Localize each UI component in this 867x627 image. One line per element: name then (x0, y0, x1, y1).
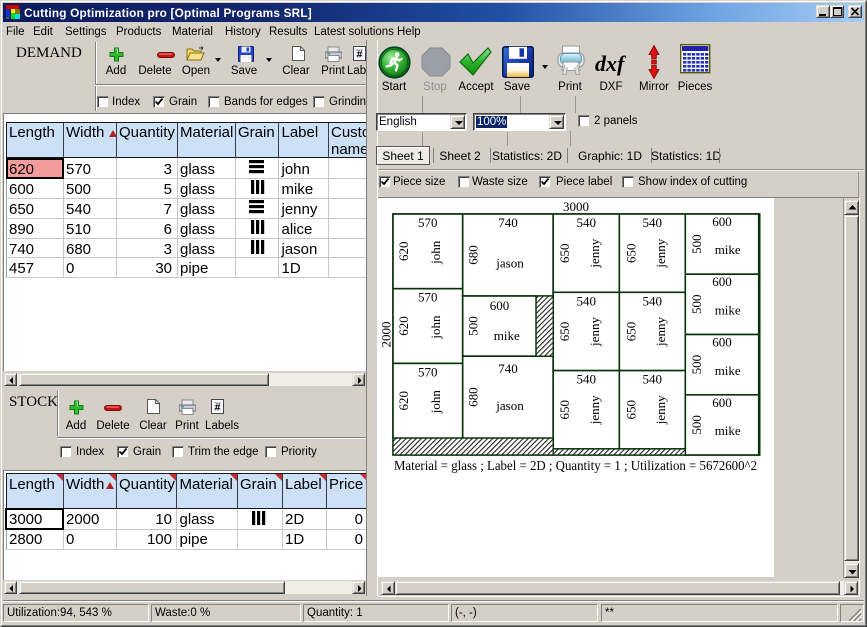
svg-text:540: 540 (643, 293, 663, 308)
svg-text:jenny: jenny (587, 238, 602, 268)
svg-text:jenny: jenny (653, 395, 668, 425)
svg-text:650: 650 (557, 322, 572, 342)
svg-text:740: 740 (498, 361, 518, 376)
svg-text:john: john (428, 315, 443, 340)
svg-text:650: 650 (557, 400, 572, 420)
svg-text:#: # (215, 403, 221, 414)
svg-text:jenny: jenny (587, 395, 602, 425)
svg-text:mike: mike (715, 303, 741, 318)
svg-text:570: 570 (418, 215, 438, 230)
svg-text:650: 650 (623, 322, 638, 342)
svg-text:Material = glass ; Label = 2D: Material = glass ; Label = 2D ; Quantity… (394, 458, 757, 473)
svg-text:500: 500 (689, 234, 704, 254)
svg-text:540: 540 (576, 293, 596, 308)
svg-text:jenny: jenny (653, 238, 668, 268)
svg-text:mike: mike (494, 328, 520, 343)
svg-text:jenny: jenny (653, 317, 668, 347)
svg-text:600: 600 (712, 395, 732, 410)
svg-text:620: 620 (396, 242, 411, 261)
svg-text:600: 600 (490, 298, 510, 313)
svg-text:600: 600 (712, 214, 732, 229)
svg-text:mike: mike (715, 363, 741, 378)
svg-text:540: 540 (643, 215, 663, 230)
svg-text:2000: 2000 (379, 322, 394, 348)
svg-text:680: 680 (466, 387, 481, 407)
svg-text:600: 600 (712, 335, 732, 350)
svg-text:620: 620 (396, 316, 411, 336)
svg-text:jason: jason (495, 398, 524, 413)
svg-text:mike: mike (715, 423, 741, 438)
svg-text:570: 570 (418, 290, 438, 305)
svg-text:540: 540 (643, 372, 663, 387)
svg-text:650: 650 (623, 243, 638, 263)
svg-text:620: 620 (396, 391, 411, 411)
svg-text:mike: mike (715, 242, 741, 257)
svg-text:680: 680 (466, 245, 481, 265)
svg-text:500: 500 (466, 316, 481, 336)
svg-text:500: 500 (689, 415, 704, 435)
svg-text:jason: jason (495, 255, 524, 270)
svg-text:john: john (428, 240, 443, 265)
svg-text:570: 570 (418, 364, 438, 379)
svg-text:600: 600 (712, 274, 732, 289)
svg-text:3000: 3000 (563, 199, 589, 214)
svg-text:john: john (428, 390, 443, 415)
svg-text:540: 540 (576, 372, 596, 387)
svg-text:540: 540 (576, 215, 596, 230)
svg-text:500: 500 (689, 295, 704, 315)
svg-text:740: 740 (498, 215, 518, 230)
svg-text:650: 650 (623, 400, 638, 420)
svg-text:500: 500 (689, 355, 704, 375)
svg-text:650: 650 (557, 243, 572, 263)
svg-text:#: # (357, 50, 363, 61)
svg-text:jenny: jenny (587, 317, 602, 347)
